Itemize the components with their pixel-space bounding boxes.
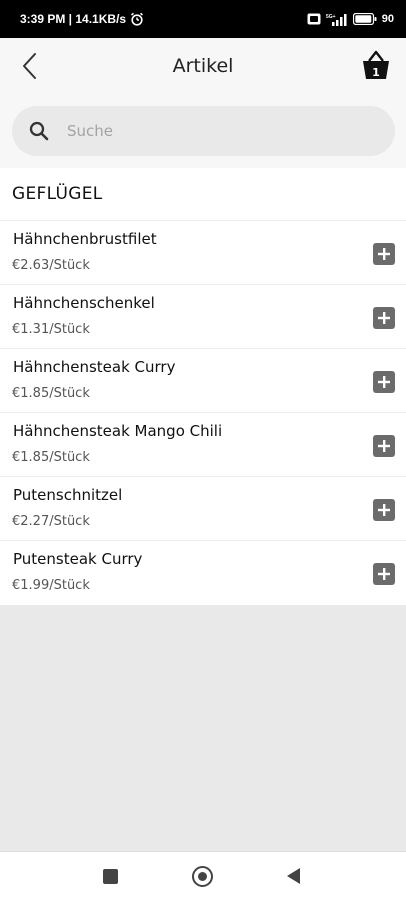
list-item[interactable]: Hähnchenbrustfilet €2.63/Stück [0, 221, 406, 285]
search-icon [29, 121, 49, 141]
add-item-button[interactable] [373, 563, 395, 585]
plus-icon [378, 440, 390, 452]
cart-count: 1 [372, 66, 380, 79]
home-dot-icon [198, 872, 207, 881]
item-name: Putensteak Curry [13, 550, 143, 568]
list-item[interactable]: Hähnchensteak Mango Chili €1.85/Stück [0, 413, 406, 477]
add-item-button[interactable] [373, 499, 395, 521]
article-list: GEFLÜGEL Hähnchenbrustfilet €2.63/Stück … [0, 168, 406, 605]
search-bar[interactable] [12, 106, 395, 156]
item-price: €2.63/Stück [12, 258, 90, 273]
add-item-button[interactable] [373, 243, 395, 265]
chevron-left-icon [23, 53, 36, 79]
item-price: €1.31/Stück [12, 322, 90, 337]
cart-button[interactable]: 1 [360, 48, 392, 82]
sim-card-icon [307, 13, 321, 25]
app-bar: Artikel 1 [0, 38, 406, 94]
back-button[interactable] [14, 50, 46, 82]
shopping-basket-icon: 1 [363, 50, 389, 79]
list-item[interactable]: Hähnchensteak Curry €1.85/Stück [0, 349, 406, 413]
system-nav-bar [0, 851, 406, 900]
page-title: Artikel [172, 55, 234, 77]
item-price: €1.99/Stück [12, 578, 90, 593]
plus-icon [378, 568, 390, 580]
plus-icon [378, 312, 390, 324]
add-item-button[interactable] [373, 371, 395, 393]
status-time: 3:39 PM | 14.1KB/s [20, 12, 127, 26]
alarm-icon [131, 12, 144, 26]
list-item[interactable]: Putenschnitzel €2.27/Stück [0, 477, 406, 541]
signal-icon: 5G+ [326, 13, 347, 26]
search-area [0, 94, 406, 168]
plus-icon [378, 248, 390, 260]
item-price: €1.85/Stück [12, 450, 90, 465]
recents-button[interactable] [103, 869, 118, 884]
item-name: Hähnchenschenkel [13, 294, 155, 312]
plus-icon [378, 376, 390, 388]
item-name: Hähnchensteak Mango Chili [13, 422, 223, 440]
add-item-button[interactable] [373, 307, 395, 329]
item-price: €1.85/Stück [12, 386, 90, 401]
svg-text:5G+: 5G+ [326, 14, 336, 20]
item-price: €2.27/Stück [12, 514, 90, 529]
status-bar: 3:39 PM | 14.1KB/s 5G+ 90 [0, 0, 406, 38]
list-item[interactable]: Putensteak Curry €1.99/Stück [0, 541, 406, 605]
plus-icon [378, 504, 390, 516]
add-item-button[interactable] [373, 435, 395, 457]
category-header: GEFLÜGEL [0, 168, 406, 221]
item-name: Hähnchensteak Curry [13, 358, 176, 376]
list-item[interactable]: Hähnchenschenkel €1.31/Stück [0, 285, 406, 349]
battery-percent: 90 [381, 13, 394, 25]
status-right: 5G+ 90 [307, 13, 394, 26]
search-input[interactable] [67, 106, 367, 156]
item-name: Putenschnitzel [13, 486, 123, 504]
battery-icon [352, 13, 377, 25]
item-name: Hähnchenbrustfilet [13, 230, 157, 248]
status-left: 3:39 PM | 14.1KB/s [20, 12, 144, 26]
system-back-button[interactable] [287, 868, 300, 884]
home-button[interactable] [192, 866, 213, 887]
